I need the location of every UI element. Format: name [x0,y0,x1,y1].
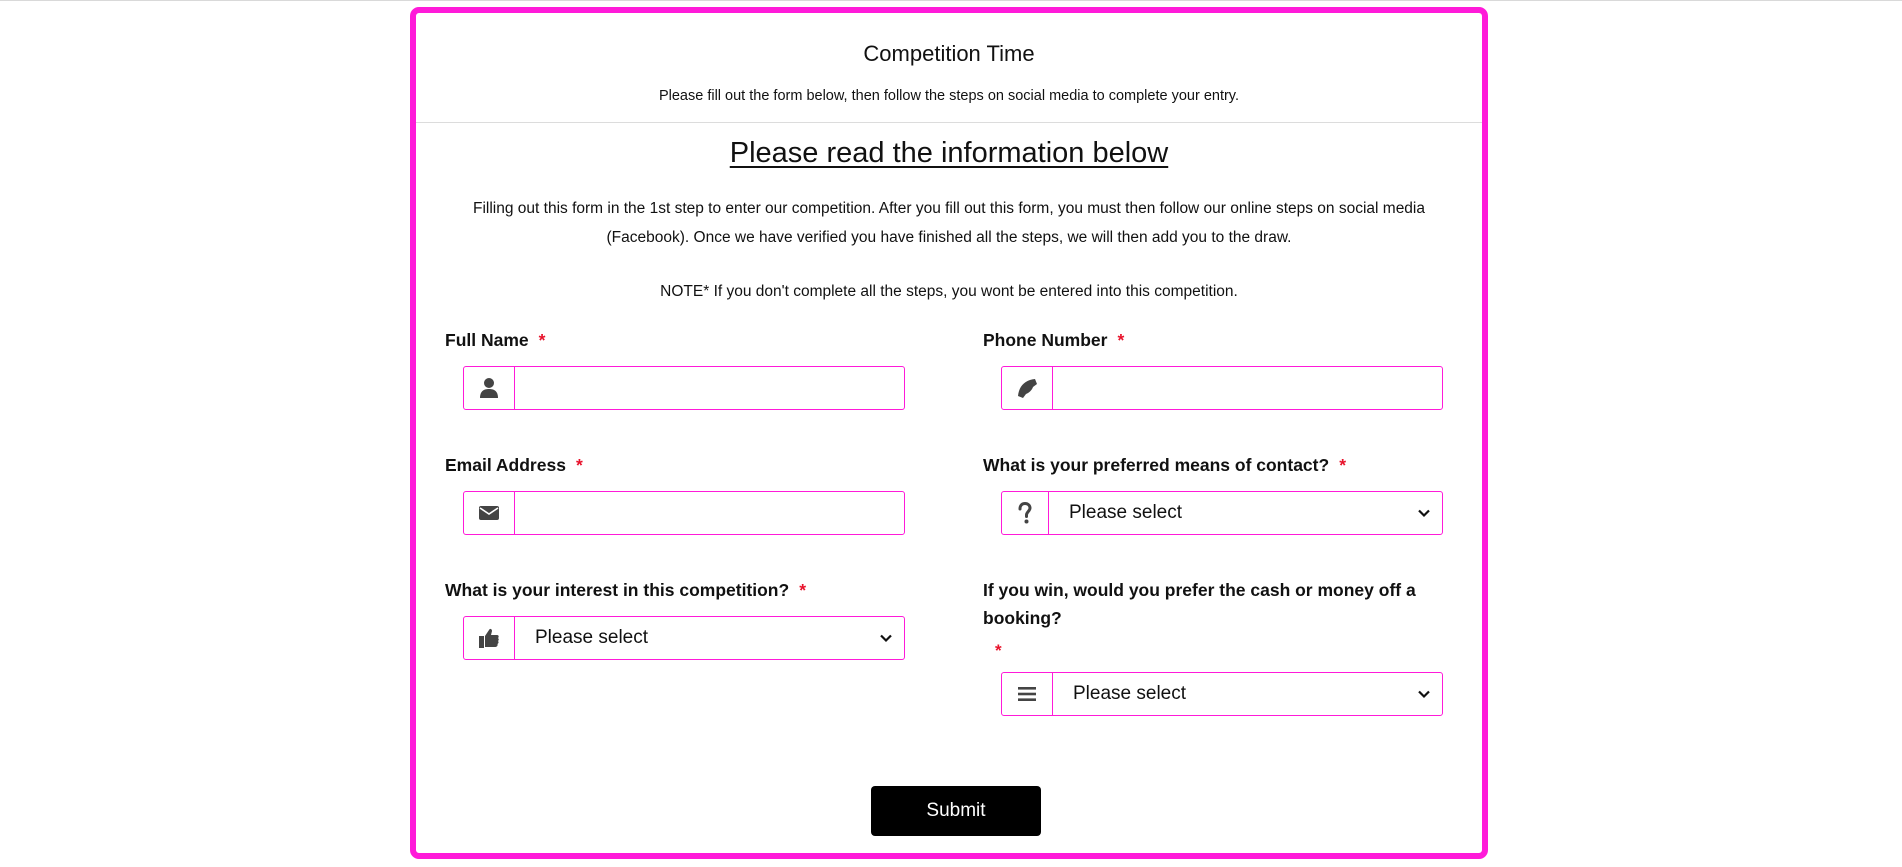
email-address-label: Email Address * [445,451,583,479]
phone-number-label-text: Phone Number [983,330,1108,350]
full-name-label-text: Full Name [445,330,529,350]
contact-means-field: Please select [1001,491,1443,535]
bars-icon [1002,673,1053,715]
info-note: NOTE* If you don't complete all the step… [660,283,1238,300]
question-icon [1002,492,1049,534]
form-subtitle: Please fill out the form below, then fol… [658,88,1240,104]
required-marker: * [799,580,807,600]
interest-select[interactable]: Please select [515,617,904,659]
phone-number-input[interactable] [1053,367,1442,409]
phone-number-field [1001,366,1443,410]
email-address-input[interactable] [515,492,904,534]
chevron-down-icon [880,634,892,643]
email-address-field [463,491,905,535]
required-marker: * [575,455,583,475]
contact-means-select[interactable]: Please select [1049,492,1442,534]
thumbs-up-icon [464,617,515,659]
interest-label-text: What is your interest in this competitio… [445,580,790,600]
full-name-field [463,366,905,410]
info-paragraph: Filling out this form in the 1st step to… [473,200,1425,246]
interest-field: Please select [463,616,905,660]
contact-means-selected-value: Please select [1069,502,1183,523]
form-title: Competition Time [863,41,1035,66]
contact-means-label-text: What is your preferred means of contact? [983,455,1330,475]
envelope-icon [464,492,515,534]
header-divider [416,122,1482,123]
info-heading: Please read the information below [729,137,1169,169]
top-border-line [0,0,1902,1]
phone-icon [1002,367,1053,409]
required-marker: * [538,330,546,350]
prize-preference-field: Please select [1001,672,1443,716]
user-icon [464,367,515,409]
prize-preference-selected-value: Please select [1073,683,1187,704]
prize-preference-label: If you win, would you prefer the cash or… [983,580,1416,628]
prize-preference-select[interactable]: Please select [1053,673,1442,715]
phone-number-label: Phone Number * [983,326,1124,354]
submit-button[interactable]: Submit [871,786,1041,836]
required-marker: * [995,641,1002,660]
required-marker: * [1339,455,1346,475]
chevron-down-icon [1418,509,1430,518]
full-name-label: Full Name * [445,326,545,354]
interest-selected-value: Please select [535,627,649,648]
email-address-label-text: Email Address [445,455,566,475]
competition-form-card: Competition Time Please fill out the for… [410,7,1488,859]
contact-means-label: What is your preferred means of contact?… [983,451,1346,479]
required-marker: * [1117,330,1125,350]
interest-label: What is your interest in this competitio… [445,576,806,604]
full-name-input[interactable] [515,367,904,409]
chevron-down-icon [1418,690,1430,699]
